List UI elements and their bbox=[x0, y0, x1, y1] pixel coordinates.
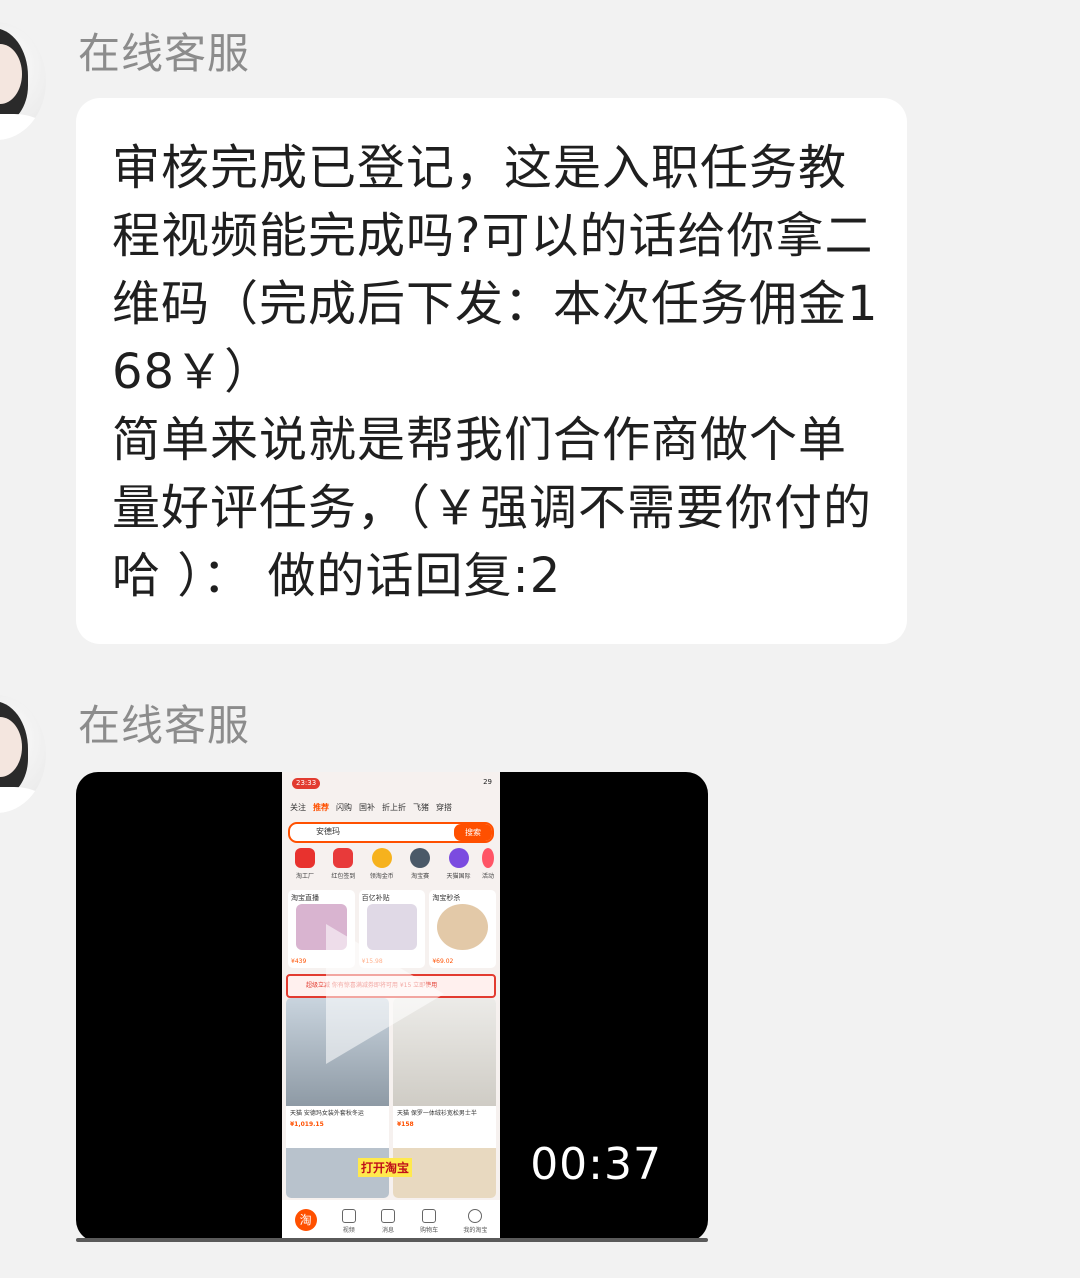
video-subtitle: 打开淘宝 bbox=[358, 1158, 413, 1177]
message-bubble[interactable]: 审核完成已登记，这是入职任务教程视频能完成吗?可以的话给你拿二维码（完成后下发：… bbox=[76, 98, 907, 644]
phone-shortcut-icons: 淘工厂 红包签到 领淘金币 淘宝赛 天猫国际 活动 bbox=[288, 848, 496, 880]
phone-tab-video: 视频 bbox=[341, 1208, 356, 1234]
phone-shortcut: 淘工厂 bbox=[288, 848, 322, 880]
avatar-collar bbox=[0, 787, 46, 813]
avatar-collar bbox=[0, 114, 46, 140]
phone-search-text: 安德玛 bbox=[316, 827, 340, 836]
phone-status-bar: 23:33 29 bbox=[292, 778, 492, 790]
phone-tab: 闪购 bbox=[336, 803, 352, 812]
phone-tab: 飞猪 bbox=[413, 803, 429, 812]
video-message[interactable]: 23:33 29 关注 推荐 闪购 国补 折上折 飞猪 穿搭 安德玛 搜索 淘工… bbox=[76, 772, 708, 1242]
phone-tab: 关注 bbox=[290, 803, 306, 812]
video-duration: 00:37 bbox=[530, 1139, 662, 1190]
phone-search-bar: 安德玛 搜索 bbox=[288, 822, 494, 843]
avatar[interactable] bbox=[0, 22, 46, 140]
phone-tab-cart: 购物车 bbox=[420, 1208, 438, 1234]
phone-battery: 29 bbox=[483, 778, 492, 786]
phone-tab-home: 淘 bbox=[294, 1209, 317, 1233]
phone-time: 23:33 bbox=[292, 778, 321, 789]
sender-name: 在线客服 bbox=[78, 701, 251, 750]
phone-tab-messages: 消息 bbox=[380, 1208, 395, 1234]
avatar[interactable] bbox=[0, 695, 46, 813]
message-text: 审核完成已登记，这是入职任务教程视频能完成吗?可以的话给你拿二维码（完成后下发：… bbox=[112, 140, 879, 604]
phone-shortcut: 淘宝赛 bbox=[403, 848, 437, 880]
phone-tab-active: 推荐 bbox=[313, 803, 329, 812]
phone-shortcut: 活动 bbox=[480, 848, 496, 880]
phone-shortcut: 天猫国际 bbox=[442, 848, 476, 880]
phone-tab: 折上折 bbox=[382, 803, 406, 812]
video-progress-bar bbox=[76, 1238, 708, 1242]
phone-tab: 国补 bbox=[359, 803, 375, 812]
phone-tab-bar: 淘 视频 消息 购物车 我的淘宝 bbox=[282, 1200, 500, 1242]
phone-tab-profile: 我的淘宝 bbox=[463, 1208, 487, 1234]
phone-shortcut: 领淘金币 bbox=[365, 848, 399, 880]
phone-tabs: 关注 推荐 闪购 国补 折上折 飞猪 穿搭 bbox=[290, 802, 494, 813]
phone-search-button: 搜索 bbox=[454, 824, 492, 841]
phone-shortcut: 红包签到 bbox=[326, 848, 360, 880]
sender-name: 在线客服 bbox=[78, 29, 251, 78]
phone-tab: 穿搭 bbox=[436, 803, 452, 812]
play-icon[interactable] bbox=[326, 924, 444, 1064]
